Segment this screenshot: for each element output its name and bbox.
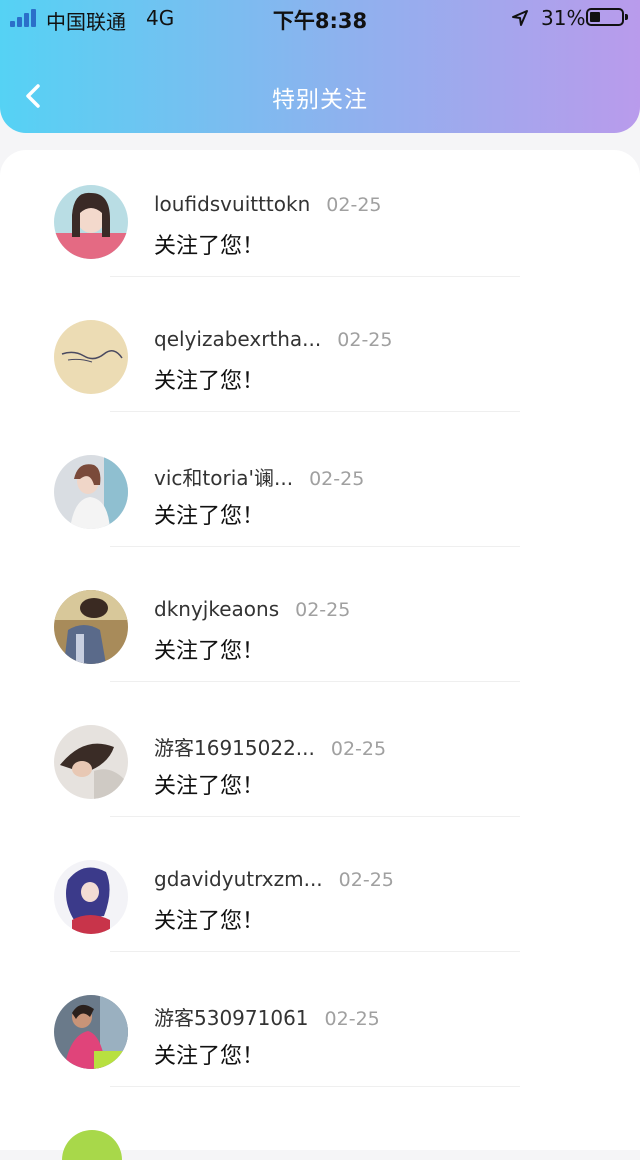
- follow-message: 关注了您！: [154, 234, 265, 259]
- user-name: loufidsvuitttokn 02-25: [154, 192, 382, 216]
- user-name-text: 游客16915022...: [154, 736, 315, 760]
- list-item[interactable]: 游客16915022... 02-25 关注了您！: [0, 690, 640, 825]
- divider: [110, 276, 520, 277]
- user-name: 游客16915022... 02-25: [154, 732, 386, 761]
- divider: [110, 951, 520, 952]
- list-item[interactable]: gdavidyutrxzm... 02-25 关注了您！: [0, 825, 640, 960]
- follow-date: 02-25: [324, 1008, 380, 1030]
- user-name: qelyizabexrtha... 02-25: [154, 327, 392, 351]
- follow-date: 02-25: [337, 329, 393, 351]
- list-item[interactable]: dknyjkeaons 02-25 关注了您！: [0, 555, 640, 690]
- user-name-text: loufidsvuitttokn: [154, 192, 311, 216]
- avatar[interactable]: [54, 320, 128, 394]
- divider: [110, 411, 520, 412]
- location-arrow-icon: [512, 10, 528, 26]
- avatar[interactable]: [54, 185, 128, 259]
- avatar[interactable]: [54, 455, 128, 529]
- list-item[interactable]: loufidsvuitttokn 02-25 关注了您！: [0, 150, 640, 285]
- follow-date: 02-25: [295, 599, 351, 621]
- avatar[interactable]: [54, 590, 128, 664]
- follow-message: 关注了您！: [154, 1044, 265, 1069]
- user-name: gdavidyutrxzm... 02-25: [154, 867, 394, 891]
- avatar[interactable]: [54, 725, 128, 799]
- user-name: 游客530971061 02-25: [154, 1002, 380, 1031]
- user-name-text: 游客530971061: [154, 1006, 309, 1030]
- page-title: 特别关注: [272, 87, 368, 113]
- divider: [110, 816, 520, 817]
- divider: [110, 546, 520, 547]
- divider: [110, 1086, 520, 1087]
- follow-date: 02-25: [330, 738, 387, 760]
- follow-list: loufidsvuitttokn 02-25 关注了您！ qelyizabexrt…: [0, 150, 640, 1150]
- follow-message: 关注了您！: [154, 774, 265, 799]
- user-name: dknyjkeaons 02-25: [154, 597, 350, 621]
- follow-message: 关注了您！: [154, 909, 265, 934]
- avatar[interactable]: [54, 860, 128, 934]
- header-bar: 中国联通 4G 下午8:38 31% 特别关注: [0, 0, 640, 133]
- user-name-text: dknyjkeaons: [154, 597, 280, 621]
- battery-percent: 31%: [541, 6, 586, 30]
- follow-date: 02-25: [326, 194, 382, 216]
- list-item[interactable]: qelyizabexrtha... 02-25 关注了您！: [0, 285, 640, 420]
- user-name-text: qelyizabexrtha...: [154, 327, 322, 351]
- divider: [110, 681, 520, 682]
- status-bar: 中国联通 4G 下午8:38 31%: [0, 0, 640, 36]
- follow-date: 02-25: [338, 869, 394, 891]
- follow-message: 关注了您！: [154, 369, 265, 394]
- user-name-text: gdavidyutrxzm...: [154, 867, 323, 891]
- follow-message: 关注了您！: [154, 504, 265, 529]
- avatar[interactable]: [54, 995, 128, 1069]
- battery-icon: [586, 8, 628, 26]
- follow-date: 02-25: [309, 468, 365, 490]
- list-item[interactable]: vic和toria'谰... 02-25 关注了您！: [0, 420, 640, 555]
- follow-message: 关注了您！: [154, 639, 265, 664]
- user-name-text: vic和toria'谰...: [154, 466, 294, 490]
- list-item[interactable]: 游客530971061 02-25 关注了您！: [0, 960, 640, 1095]
- user-name: vic和toria'谰... 02-25: [154, 462, 364, 491]
